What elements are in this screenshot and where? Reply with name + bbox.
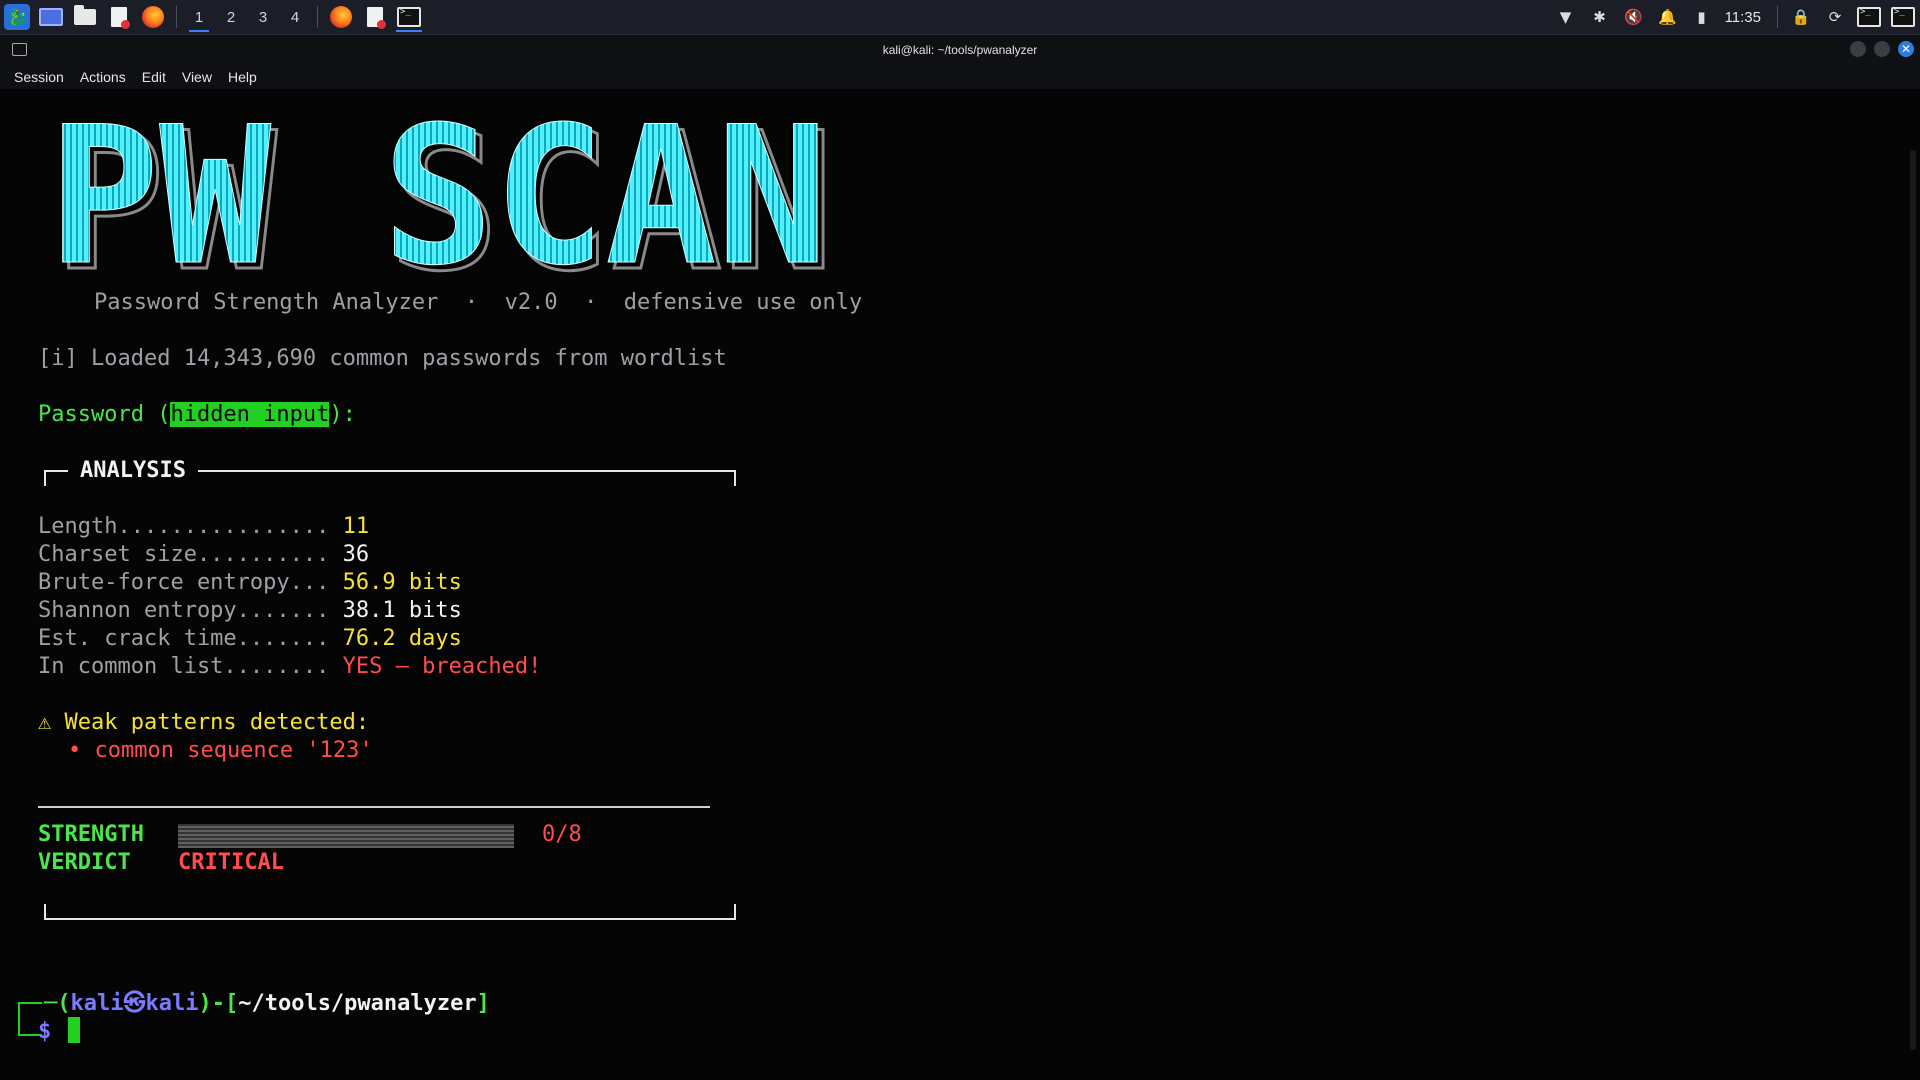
close-button[interactable]: ✕: [1898, 41, 1914, 57]
firefox-icon: [142, 6, 164, 28]
kali-menu-button[interactable]: 🐉: [0, 0, 34, 34]
strength-label: STRENGTH: [38, 822, 144, 847]
desktop-icon: [39, 8, 63, 26]
metric-row: In common list........ YES — breached!: [38, 653, 541, 681]
battery-icon[interactable]: ▮: [1685, 0, 1719, 34]
metric-row: Length................ 11: [38, 513, 369, 541]
lock-icon[interactable]: 🔒: [1784, 0, 1818, 34]
ascii-banner: PW SCAN PW SCAN: [48, 86, 848, 315]
terminal-icon: [1857, 7, 1881, 27]
task-terminal[interactable]: [392, 0, 426, 34]
strength-value: 0/8: [542, 822, 582, 847]
panel-separator: [176, 6, 177, 28]
terminal-icon[interactable]: [1852, 0, 1886, 34]
top-panel: 🐉 1 2 3 4 ▼ ✱ 🔇 🔔 ▮ 11:35 🔒 ⟳: [0, 0, 1920, 35]
banner-subtitle: Password Strength Analyzer · v2.0 · defe…: [94, 290, 863, 315]
verdict-value: CRITICAL: [178, 850, 284, 875]
window-title: kali@kali: ~/tools/pwanalyzer: [882, 43, 1038, 57]
divider: [38, 806, 710, 808]
metric-value: 36: [342, 542, 370, 567]
verdict-label: VERDICT: [38, 850, 131, 875]
menu-view[interactable]: View: [182, 69, 212, 85]
task-firefox[interactable]: [324, 0, 358, 34]
workspace-3[interactable]: 3: [247, 0, 279, 34]
metric-label: Charset size..........: [38, 542, 330, 567]
metric-value: 38.1 bits: [342, 598, 462, 623]
metric-row: Shannon entropy....... 38.1 bits: [38, 597, 462, 625]
firefox-icon: [330, 6, 352, 28]
menu-session[interactable]: Session: [14, 69, 64, 85]
workspace-1[interactable]: 1: [183, 0, 215, 34]
volume-muted-icon[interactable]: 🔇: [1617, 0, 1651, 34]
metric-value: 76.2 days: [342, 626, 462, 651]
file-manager-icon: [74, 5, 96, 25]
banner-art: PW SCAN PW SCAN: [48, 86, 836, 315]
window-icon[interactable]: [12, 43, 27, 56]
metric-value: YES — breached!: [342, 654, 542, 679]
weak-pattern-item: • common sequence '123': [68, 738, 373, 763]
metric-label: Shannon entropy.......: [38, 598, 330, 623]
weak-patterns-header: ⚠ Weak patterns detected:: [38, 710, 370, 735]
analysis-box-bottom: [44, 904, 736, 920]
kali-menu-icon: 🐉: [4, 4, 30, 30]
password-prompt[interactable]: Password (hidden input):: [38, 401, 356, 429]
file-manager-launcher[interactable]: [68, 0, 102, 34]
menubar: Session Actions Edit View Help: [0, 65, 1920, 89]
loaded-line: [i] Loaded 14,343,690 common passwords f…: [38, 346, 727, 371]
metric-label: In common list........: [38, 654, 330, 679]
window-titlebar[interactable]: kali@kali: ~/tools/pwanalyzer ✕: [0, 35, 1920, 65]
terminal-icon[interactable]: [1886, 0, 1920, 34]
scrollbar[interactable]: [1910, 150, 1916, 1050]
minimize-button[interactable]: [1850, 41, 1866, 57]
text-editor-icon: [367, 7, 386, 29]
bluetooth-icon[interactable]: ✱: [1583, 0, 1617, 34]
strength-bar: [178, 824, 514, 848]
task-text-editor[interactable]: [358, 0, 392, 34]
text-cursor[interactable]: [68, 1017, 80, 1043]
panel-separator: [317, 6, 318, 28]
terminal-icon: [1891, 7, 1915, 27]
banner-title: PW SCAN: [48, 120, 828, 280]
terminal-icon: [397, 7, 421, 27]
metric-row: Est. crack time....... 76.2 days: [38, 625, 462, 653]
metric-label: Length................: [38, 514, 330, 539]
prompt-user: kali㉿kali: [70, 991, 199, 1016]
analysis-title: ANALYSIS: [68, 458, 198, 483]
workspace-2[interactable]: 2: [215, 0, 247, 34]
prompt-symbol: $: [38, 1019, 52, 1044]
refresh-icon[interactable]: ⟳: [1818, 0, 1852, 34]
metric-label: Est. crack time.......: [38, 626, 330, 651]
metric-row: Charset size.......... 36: [38, 541, 369, 569]
show-desktop-button[interactable]: [34, 0, 68, 34]
clock[interactable]: 11:35: [1719, 9, 1771, 26]
prompt-path: ~/tools/pwanalyzer: [238, 991, 477, 1016]
text-editor-launcher[interactable]: [102, 0, 136, 34]
metric-value: 11: [342, 514, 370, 539]
panel-separator: [1777, 6, 1778, 28]
password-prompt-pre: Password (: [38, 402, 171, 427]
notifications-icon[interactable]: 🔔: [1651, 0, 1685, 34]
metric-value: 56.9 bits: [342, 570, 462, 595]
workspace-4[interactable]: 4: [279, 0, 311, 34]
hidden-input-highlight: hidden input: [170, 402, 330, 427]
firefox-launcher[interactable]: [136, 0, 170, 34]
menu-edit[interactable]: Edit: [142, 69, 166, 85]
maximize-button[interactable]: [1874, 41, 1890, 57]
metric-row: Brute-force entropy... 56.9 bits: [38, 569, 462, 597]
shell-prompt: ─(kali㉿kali)-[~/tools/pwanalyzer]: [44, 991, 490, 1016]
network-icon[interactable]: ▼: [1549, 0, 1583, 34]
metric-label: Brute-force entropy...: [38, 570, 330, 595]
menu-actions[interactable]: Actions: [80, 69, 126, 85]
menu-help[interactable]: Help: [228, 69, 257, 85]
password-prompt-post: ):: [329, 402, 356, 427]
text-editor-icon: [111, 7, 130, 29]
